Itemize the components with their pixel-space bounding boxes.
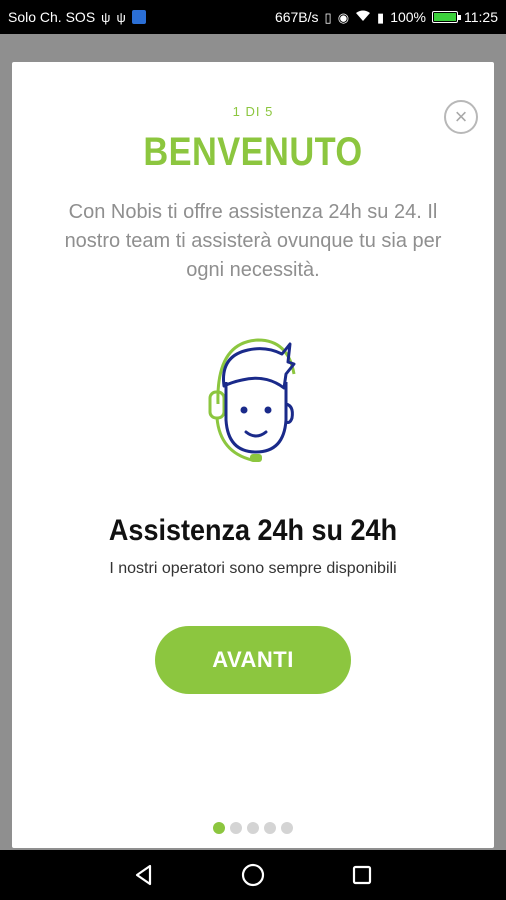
page-dot[interactable] (281, 822, 293, 834)
battery-percent: 100% (390, 9, 426, 25)
intro-text: Con Nobis ti offre assistenza 24h su 24.… (64, 201, 442, 281)
feature-title: Assistenza 24h su 24h (108, 514, 398, 547)
status-bar: Solo Ch. SOS ψ ψ 667B/s ▯ ◉ ▮ 100% 11:25 (0, 0, 506, 34)
home-icon (241, 863, 265, 887)
feature-description: I nostri operatori sono sempre disponibi… (109, 560, 397, 577)
navigation-bar (0, 850, 506, 900)
step-counter: 1 DI 5 (232, 104, 274, 119)
usb-icon: ψ (101, 9, 111, 25)
page-dot[interactable] (230, 822, 242, 834)
vibrate-icon: ▯ (324, 9, 332, 25)
wifi-icon (355, 10, 371, 24)
operator-headset-icon (208, 338, 296, 462)
home-button[interactable] (238, 860, 268, 890)
page-title: BENVENUTO (143, 130, 363, 174)
battery-icon (432, 11, 461, 23)
next-button[interactable]: AVANTI (155, 626, 351, 694)
back-button[interactable] (129, 860, 159, 890)
app-notification-icon (131, 10, 146, 24)
recents-button[interactable] (347, 860, 377, 890)
page-indicator (12, 822, 494, 834)
eye-icon: ◉ (337, 9, 350, 25)
back-icon (136, 864, 152, 886)
recents-icon (352, 865, 371, 885)
onboarding-modal: 1 DI 5 × BENVENUTO Con Nobis ti offre as… (12, 62, 494, 848)
close-icon: × (454, 104, 468, 129)
page-dot[interactable] (247, 822, 259, 834)
usb-icon: ψ (116, 9, 126, 25)
net-speed: 667B/s (274, 9, 319, 25)
clock: 11:25 (464, 9, 498, 25)
carrier-label: Solo Ch. SOS (8, 9, 96, 25)
battery-small-icon: ▮ (377, 9, 385, 25)
page-dot[interactable] (213, 822, 225, 834)
close-button[interactable]: × (444, 100, 478, 134)
page-dot[interactable] (264, 822, 276, 834)
